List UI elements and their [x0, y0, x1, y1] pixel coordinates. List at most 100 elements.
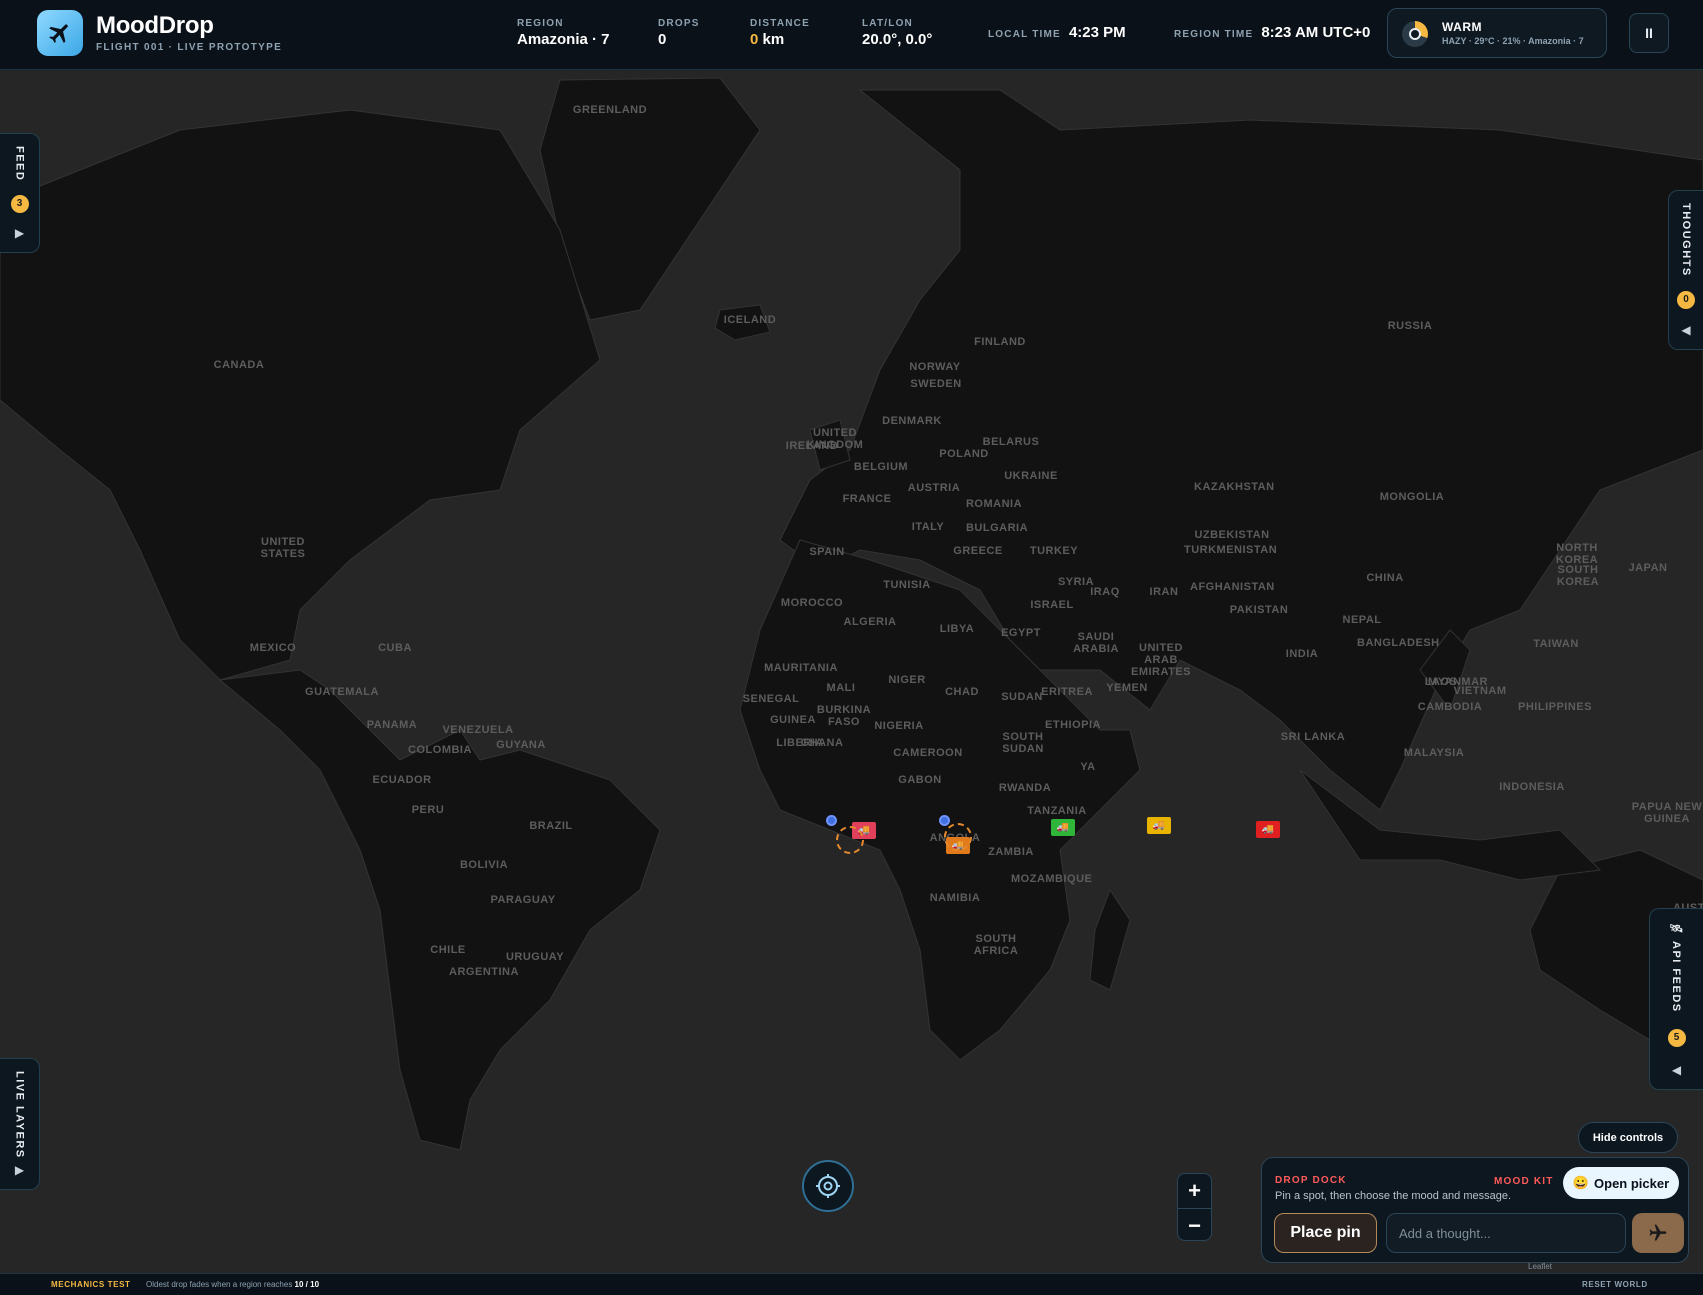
smiley-icon: 😀 — [1572, 1175, 1590, 1190]
crosshair-icon — [816, 1174, 840, 1198]
map-label: SPAIN — [809, 546, 845, 558]
zoom-out-button[interactable]: − — [1178, 1208, 1211, 1242]
app-subtitle: FLIGHT 001 · LIVE PROTOTYPE — [96, 42, 283, 53]
world-map[interactable]: GREENLAND ICELAND CANADA UNITED STATES MEXICO… — [0, 70, 1703, 1273]
map-label: TUNISIA — [883, 579, 931, 591]
api-feeds-tab[interactable]: 🛰 API FEEDS 5 ◀ — [1649, 908, 1703, 1090]
map-label: BOLIVIA — [459, 859, 509, 871]
thoughts-panel-tab[interactable]: THOUGHTS 0 ◀ — [1668, 190, 1703, 350]
map-label: SWEDEN — [910, 378, 962, 390]
thought-input[interactable] — [1386, 1213, 1626, 1253]
map-label: FINLAND — [974, 336, 1026, 348]
map-label: ALGERIA — [843, 616, 897, 628]
map-label: LIBERIA — [776, 737, 824, 749]
location-dot-icon[interactable] — [826, 815, 837, 826]
map-label: UKRAINE — [1004, 470, 1058, 482]
map-label: BANGLADESH — [1357, 637, 1440, 649]
map-label: MAURITANIA — [764, 662, 838, 674]
zoom-in-button[interactable]: + — [1178, 1174, 1211, 1208]
map-label: VIETNAM — [1453, 685, 1507, 697]
map-label: UZBEKISTAN — [1194, 529, 1270, 541]
map-label: SOUTH KOREA — [1556, 564, 1600, 588]
map-label: ICELAND — [723, 314, 777, 326]
truck-icon: 🚚 — [1261, 824, 1275, 835]
map-label: MOZAMBIQUE — [1011, 873, 1093, 885]
map-label: ITALY — [911, 521, 945, 533]
mood-kit-label: MOOD KIT — [1494, 1176, 1554, 1187]
feed-count-badge: 3 — [10, 194, 29, 213]
feed-panel-tab[interactable]: FEED 3 ▶ — [0, 133, 40, 253]
map-label: CHILE — [430, 944, 466, 956]
latlon-stat: LAT/LON 20.0°, 0.0° — [862, 18, 932, 48]
region-stat: REGION Amazonia · 7 — [517, 18, 610, 48]
map-label: PAPUA NEW GUINEA — [1631, 801, 1703, 825]
map-attribution[interactable]: Leaflet — [1528, 1262, 1552, 1271]
map-label: BRAZIL — [529, 820, 573, 832]
map-label: YEMEN — [1106, 682, 1148, 694]
region-time-label: REGION TIME — [1174, 29, 1254, 40]
weather-gauge-icon — [1402, 21, 1428, 47]
api-feeds-text: API FEEDS — [1670, 941, 1682, 1013]
map-label: PARAGUAY — [490, 894, 556, 906]
hide-controls-button[interactable]: Hide controls — [1578, 1122, 1678, 1153]
airplane-send-icon — [1649, 1224, 1667, 1241]
map-label: MONGOLIA — [1379, 491, 1445, 503]
map-label: UNITED ARAB EMIRATES — [1130, 642, 1192, 678]
map-label: JAPAN — [1628, 562, 1668, 574]
airplane-logo-icon — [37, 10, 83, 56]
pause-button[interactable]: II — [1629, 13, 1669, 53]
mechanics-test-text: Oldest drop fades when a region reaches … — [146, 1280, 319, 1289]
map-label: RWANDA — [998, 782, 1052, 794]
map-label: YA — [1080, 761, 1096, 773]
satellite-icon: 🛰 — [1670, 921, 1682, 942]
map-label: GREECE — [953, 545, 1003, 557]
map-label: DENMARK — [882, 415, 942, 427]
feed-tab-label: FEED — [13, 146, 26, 182]
map-label: BULGARIA — [965, 522, 1029, 534]
weather-detail: HAZY · 29°C · 21% · Amazonia · 7 — [1442, 36, 1584, 46]
drop-dock: DROP DOCK Pin a spot, then choose the mo… — [1261, 1157, 1689, 1263]
distance-unit: km — [758, 31, 785, 48]
map-label: ARGENTINA — [449, 966, 519, 978]
map-label: NEPAL — [1342, 614, 1382, 626]
truck-icon: 🚚 — [1152, 820, 1166, 831]
map-label: RUSSIA — [1387, 320, 1433, 332]
mechanics-test-label: MECHANICS TEST — [51, 1280, 131, 1289]
map-label: GREENLAND — [572, 104, 648, 116]
truck-icon: 🚚 — [1056, 822, 1070, 833]
map-label: GABON — [898, 774, 942, 786]
region-label: REGION — [517, 18, 564, 29]
live-layers-tab[interactable]: LIVE LAYERS ▶ — [0, 1058, 40, 1190]
map-label: TURKMENISTAN — [1184, 544, 1278, 556]
mood-drop-pin[interactable]: 🚚 — [1256, 821, 1280, 838]
zoom-control: + − — [1177, 1173, 1212, 1241]
mechanics-description: Oldest drop fades when a region reaches — [146, 1280, 295, 1289]
local-time-value: 4:23 PM — [1068, 24, 1126, 41]
expand-left-icon: ◀ — [1671, 1062, 1682, 1077]
map-label: MALAYSIA — [1403, 747, 1465, 759]
open-picker-button[interactable]: 😀 Open picker — [1563, 1167, 1679, 1199]
send-drop-button[interactable] — [1632, 1213, 1684, 1253]
weather-card[interactable]: WARM HAZY · 29°C · 21% · Amazonia · 7 — [1387, 8, 1607, 58]
latlon-label: LAT/LON — [862, 18, 913, 29]
map-label: INDONESIA — [1499, 781, 1565, 793]
place-pin-button[interactable]: Place pin — [1274, 1213, 1377, 1253]
map-label: TURKEY — [1029, 545, 1079, 557]
mood-drop-pin[interactable]: 🚚 — [1051, 819, 1075, 836]
map-label: PHILIPPINES — [1518, 701, 1592, 713]
location-dot-icon[interactable] — [939, 815, 950, 826]
map-label: NORTH KOREA — [1555, 542, 1599, 566]
map-label: UNITED STATES — [260, 536, 306, 560]
app-title: MoodDrop — [96, 12, 214, 39]
map-label: ECUADOR — [372, 774, 432, 786]
thoughts-count-badge: 0 — [1677, 290, 1695, 309]
pending-drop-ring — [944, 823, 972, 851]
map-label: POLAND — [939, 448, 989, 460]
map-landmass — [0, 77, 1703, 1151]
reset-world-button[interactable]: RESET WORLD — [1582, 1280, 1648, 1289]
mood-drop-pin[interactable]: 🚚 — [1147, 817, 1171, 834]
map-label: CANADA — [213, 359, 265, 371]
map-label: ISRAEL — [1030, 599, 1074, 611]
expand-right-icon: ▶ — [14, 226, 25, 240]
locate-button[interactable] — [802, 1160, 854, 1212]
